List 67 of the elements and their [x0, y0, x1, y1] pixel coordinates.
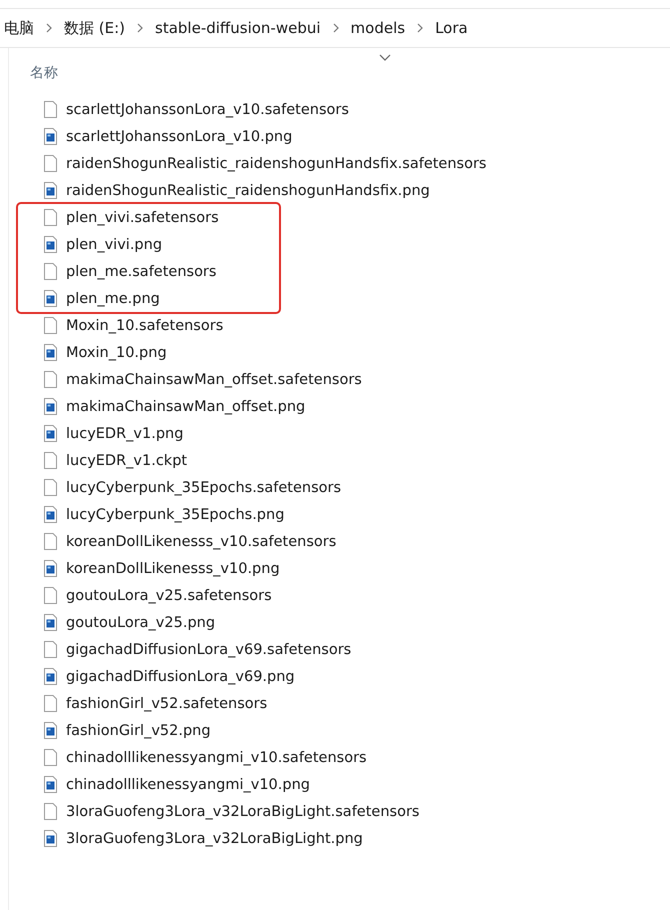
- image-file-icon: [44, 830, 57, 847]
- file-name[interactable]: scarlettJohanssonLora_v10.safetensors: [66, 102, 349, 118]
- file-name[interactable]: scarlettJohanssonLora_v10.png: [66, 128, 292, 144]
- document-icon: [44, 749, 57, 766]
- document-icon: [44, 317, 57, 334]
- document-icon: [44, 452, 57, 469]
- image-file-icon: [44, 722, 57, 739]
- file-name[interactable]: goutouLora_v25.png: [66, 614, 216, 630]
- file-name[interactable]: goutouLora_v25.safetensors: [66, 588, 272, 604]
- file-name[interactable]: fashionGirl_v52.safetensors: [66, 696, 268, 712]
- chevron-right-icon: [137, 23, 144, 33]
- image-file-icon: [44, 236, 57, 253]
- breadcrumb-item[interactable]: models: [350, 19, 406, 37]
- sort-chevron-icon[interactable]: [379, 54, 391, 61]
- document-icon: [44, 371, 57, 388]
- document-icon: [44, 587, 57, 604]
- document-icon: [44, 101, 57, 118]
- file-name[interactable]: gigachadDiffusionLora_v69.png: [66, 668, 295, 684]
- image-file-icon: [44, 425, 57, 442]
- file-name[interactable]: chinadolllikenessyangmi_v10.safetensors: [66, 750, 367, 766]
- image-file-icon: [44, 344, 57, 361]
- file-name[interactable]: Moxin_10.safetensors: [66, 318, 224, 334]
- file-name[interactable]: plen_vivi.png: [66, 236, 162, 252]
- file-name[interactable]: lucyCyberpunk_35Epochs.safetensors: [66, 480, 342, 496]
- file-name[interactable]: gigachadDiffusionLora_v69.safetensors: [66, 642, 352, 658]
- file-name[interactable]: plen_me.safetensors: [66, 264, 216, 280]
- document-icon: [44, 533, 57, 550]
- image-file-icon: [44, 776, 57, 793]
- file-name[interactable]: raidenShogunRealistic_raidenshogunHandsfix.png: [66, 182, 430, 198]
- document-icon: [44, 155, 57, 172]
- file-name[interactable]: plen_vivi.safetensors: [66, 210, 219, 226]
- image-file-icon: [44, 182, 57, 199]
- document-icon: [44, 641, 57, 658]
- chevron-right-icon: [332, 23, 339, 33]
- file-name[interactable]: chinadolllikenessyangmi_v10.png: [66, 776, 310, 792]
- file-name[interactable]: 3loraGuofeng3Lora_v32LoraBigLight.png: [66, 830, 363, 846]
- file-name[interactable]: makimaChainsawMan_offset.safetensors: [66, 372, 362, 388]
- file-name[interactable]: koreanDollLikenesss_v10.safetensors: [66, 534, 336, 550]
- document-icon: [44, 803, 57, 820]
- column-header[interactable]: 名称: [30, 64, 58, 88]
- image-file-icon: [44, 668, 57, 685]
- chevron-right-icon: [46, 23, 52, 33]
- file-name[interactable]: Moxin_10.png: [66, 344, 167, 360]
- file-name[interactable]: makimaChainsawMan_offset.png: [66, 398, 306, 414]
- image-file-icon: [44, 128, 57, 145]
- image-file-icon: [44, 398, 57, 415]
- file-name[interactable]: lucyEDR_v1.png: [66, 426, 184, 442]
- file-name[interactable]: koreanDollLikenesss_v10.png: [66, 560, 280, 576]
- file-name[interactable]: lucyCyberpunk_35Epochs.png: [66, 506, 284, 522]
- document-icon: [44, 209, 57, 226]
- file-name[interactable]: 3loraGuofeng3Lora_v32LoraBigLight.safetensors: [66, 804, 420, 820]
- breadcrumb-item[interactable]: 电脑: [4, 18, 34, 38]
- document-icon: [44, 479, 57, 496]
- file-name[interactable]: lucyEDR_v1.ckpt: [66, 452, 188, 468]
- breadcrumb-item[interactable]: Lora: [435, 19, 468, 37]
- breadcrumb-item[interactable]: stable-diffusion-webui: [155, 19, 321, 37]
- image-file-icon: [44, 290, 57, 307]
- breadcrumb-item[interactable]: 数据 (E:): [64, 18, 126, 38]
- chevron-right-icon: [417, 23, 424, 33]
- image-file-icon: [44, 506, 57, 523]
- document-icon: [44, 263, 57, 280]
- file-name[interactable]: fashionGirl_v52.png: [66, 722, 211, 738]
- document-icon: [44, 695, 57, 712]
- file-name[interactable]: plen_me.png: [66, 290, 160, 306]
- image-file-icon: [44, 560, 57, 577]
- file-name[interactable]: raidenShogunRealistic_raidenshogunHandsfix.safetensors: [66, 156, 486, 172]
- image-file-icon: [44, 614, 57, 631]
